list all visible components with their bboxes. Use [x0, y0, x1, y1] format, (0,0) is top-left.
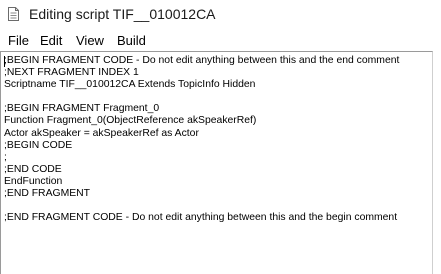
code-line: ;BEGIN FRAGMENT CODE - Do not edit anyth…	[4, 55, 400, 66]
script-code: ;BEGIN FRAGMENT CODE - Do not edit anyth…	[4, 55, 399, 224]
script-editor-window: Editing script TIF__010012CA File Edit V…	[0, 0, 441, 274]
code-line: ;END CODE	[4, 163, 62, 175]
code-line: Function Fragment_0(ObjectReference akSp…	[4, 115, 257, 127]
code-line: ;END FRAGMENT	[4, 188, 91, 200]
menu-file[interactable]: File	[7, 33, 30, 48]
code-line: Actor akSpeaker = akSpeakerRef as Actor	[4, 127, 199, 139]
menu-view[interactable]: View	[75, 33, 105, 48]
code-line: EndFunction	[4, 175, 63, 187]
code-line: Scriptname TIF__010012CA Extends TopicIn…	[4, 79, 256, 91]
script-text-area[interactable]: ;BEGIN FRAGMENT CODE - Do not edit anyth…	[0, 51, 433, 274]
window-title: Editing script TIF__010012CA	[29, 6, 216, 22]
code-line: ;END FRAGMENT CODE - Do not edit anythin…	[4, 212, 398, 224]
code-line: ;BEGIN CODE	[4, 139, 73, 151]
menu-edit[interactable]: Edit	[39, 33, 63, 48]
code-line: ;BEGIN FRAGMENT Fragment_0	[4, 103, 160, 115]
menu-build[interactable]: Build	[116, 33, 147, 48]
document-icon	[8, 7, 19, 21]
code-line: ;NEXT FRAGMENT INDEX 1	[4, 67, 139, 79]
title-bar[interactable]: Editing script TIF__010012CA	[0, 0, 441, 30]
code-line: ;	[4, 151, 7, 163]
window-edge	[433, 51, 441, 274]
menu-bar: File Edit View Build	[0, 31, 441, 51]
